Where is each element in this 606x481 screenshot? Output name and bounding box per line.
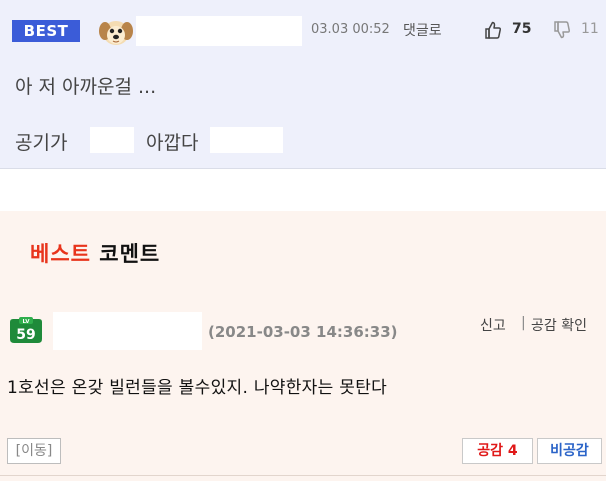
dislike-button[interactable]: 비공감 <box>537 438 602 464</box>
move-button[interactable]: [이동] <box>7 438 61 464</box>
divider <box>0 475 606 476</box>
panel-title: 베스트 코멘트 <box>30 238 160 268</box>
redacted-text <box>210 127 283 153</box>
best-comment-panel: 베스트 코멘트 LV 59 (2021-03-03 14:36:33) 신고 |… <box>0 211 606 481</box>
comment-text-line: 아 저 아까운걸 ... <box>15 76 157 98</box>
best-badge: BEST <box>12 20 80 42</box>
panel-title-black: 코멘트 <box>99 242 161 266</box>
thumbs-down-icon[interactable] <box>552 20 572 40</box>
best-comment-text: 1호선은 온갖 빌런들을 볼수있지. 나약한자는 못탄다 <box>7 378 388 398</box>
panel-title-red: 베스트 <box>30 242 91 266</box>
thumbs-up-icon[interactable] <box>483 20 503 40</box>
comment-text-line: 공기가 <box>15 132 68 154</box>
like-button[interactable]: 공감 4 <box>462 438 533 464</box>
link-separator: | <box>521 315 526 331</box>
upvote-count: 75 <box>512 21 532 37</box>
like-check-link[interactable]: 공감 확인 <box>531 315 587 335</box>
report-link[interactable]: 신고 <box>480 315 506 335</box>
level-label: LV <box>22 319 30 325</box>
comment-time: 03.03 00:52 <box>311 22 390 37</box>
downvote-count: 11 <box>581 21 599 37</box>
redacted-text <box>90 127 134 153</box>
username-redacted <box>53 312 202 350</box>
level-badge-icon: LV 59 <box>10 317 42 343</box>
username-redacted <box>136 16 302 46</box>
comment-date: (2021-03-03 14:36:33) <box>208 323 398 341</box>
dog-avatar-icon <box>99 21 133 45</box>
reply-link[interactable]: 댓글로 <box>403 20 442 40</box>
comment-text-line: 아깝다 <box>146 132 199 154</box>
top-comment: BEST 03.03 00:52 댓글로 75 11 아 저 아까운걸 ... … <box>0 0 606 169</box>
level-number: 59 <box>16 327 35 343</box>
